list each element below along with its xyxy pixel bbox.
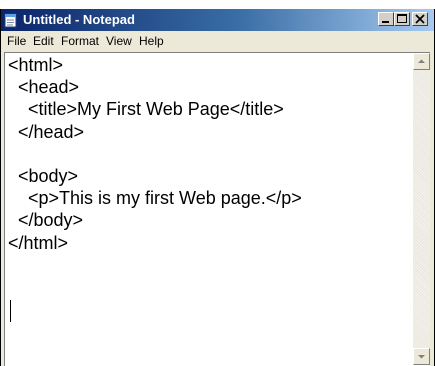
notepad-icon[interactable] — [4, 12, 18, 28]
maximize-button[interactable] — [394, 12, 410, 26]
close-icon — [415, 14, 425, 24]
menu-bar: File Edit Format View Help — [1, 31, 434, 50]
editor-line: <head> — [8, 77, 80, 98]
editor-line: </html> — [8, 232, 69, 253]
editor-line: <title>My First Web Page</title> — [8, 99, 284, 120]
scroll-up-arrow-icon — [418, 59, 425, 63]
text-caret — [10, 300, 11, 322]
window-title: Untitled - Notepad — [23, 12, 135, 27]
editor-text-area[interactable]: <html> <head> <title>My First Web Page</… — [5, 53, 410, 365]
close-button[interactable] — [412, 12, 428, 26]
editor-line: </head> — [8, 121, 85, 142]
notepad-window: Untitled - Notepad File Edit Format View… — [0, 9, 435, 366]
menu-view[interactable]: View — [106, 34, 132, 48]
menu-file[interactable]: File — [7, 34, 26, 48]
menu-edit[interactable]: Edit — [33, 34, 54, 48]
scroll-down-button[interactable] — [413, 348, 430, 365]
editor-line: </body> — [8, 210, 84, 231]
scroll-down-arrow-icon — [418, 355, 425, 359]
editor-line: <body> — [8, 165, 79, 186]
menu-format[interactable]: Format — [61, 34, 99, 48]
title-bar[interactable]: Untitled - Notepad — [1, 9, 434, 31]
menu-help[interactable]: Help — [139, 34, 164, 48]
background-strip — [0, 0, 435, 9]
minimize-button[interactable] — [378, 12, 394, 26]
editor-line: <p>This is my first Web page.</p> — [8, 188, 302, 209]
vertical-scrollbar[interactable] — [413, 53, 430, 365]
text-editor[interactable]: <html> <head> <title>My First Web Page</… — [4, 52, 430, 366]
editor-line: <html> — [8, 55, 64, 75]
scroll-up-button[interactable] — [413, 53, 430, 70]
maximize-icon — [397, 14, 407, 23]
minimize-icon — [382, 21, 389, 23]
